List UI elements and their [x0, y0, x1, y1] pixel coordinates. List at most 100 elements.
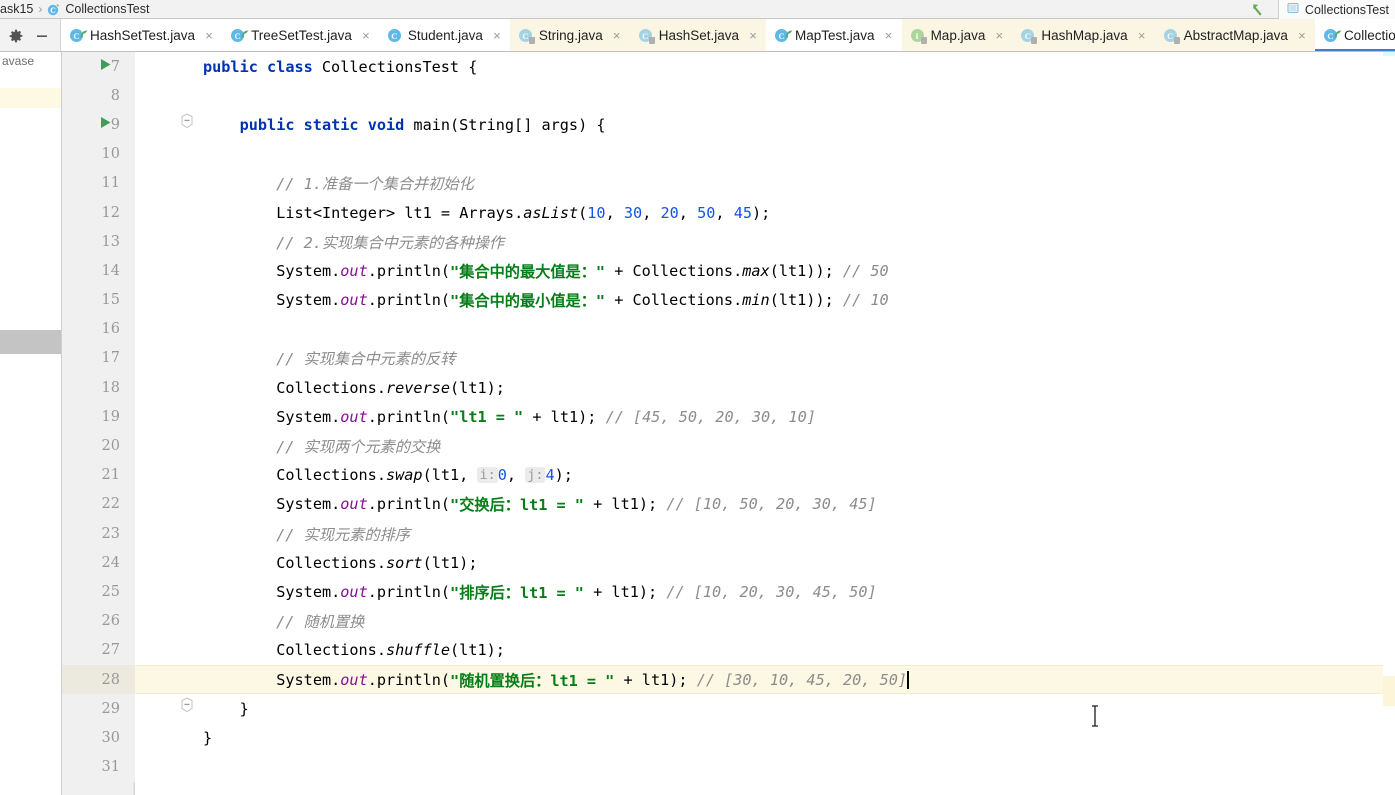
code-punctuation: . [367, 495, 377, 514]
code-number: 20 [660, 203, 679, 222]
close-icon[interactable]: × [360, 29, 372, 42]
editor-marker-bar[interactable] [1383, 52, 1395, 795]
close-icon[interactable]: × [491, 29, 503, 42]
code-identifier: lt1 [611, 495, 639, 514]
code-editor[interactable]: 7 public class CollectionsTest {8 9 public… [62, 52, 1395, 795]
class-readonly-icon: C [518, 28, 535, 44]
code-line-15[interactable]: 15 System. out. println("集合中的最小值是：" + Coll… [62, 285, 1395, 315]
editor-tab-collectionstest-java[interactable]: CCollectionsTest.java× [1314, 19, 1395, 51]
close-icon[interactable]: × [1296, 29, 1308, 42]
line-number: 23 [101, 525, 120, 542]
code-line-25[interactable]: 25 System. out. println("排序后：lt1 = " + lt1… [62, 577, 1395, 607]
code-line-29[interactable]: 29 } [62, 694, 1395, 724]
close-icon[interactable]: × [883, 29, 895, 42]
gear-icon[interactable] [8, 28, 24, 44]
code-identifier: Collections [276, 641, 377, 660]
run-configuration-selector[interactable]: CollectionsTest [1277, 0, 1395, 19]
code-line-26[interactable]: 26 // 随机置换 [62, 606, 1395, 636]
navigation-bar: ask15 › C CollectionsTest CollectionsTes… [0, 0, 1395, 19]
code-string: "集合中的最大值是：" [450, 262, 606, 281]
editor-tab-treesettest-java[interactable]: C TreeSetTest.java × [222, 19, 379, 51]
code-punctuation [221, 554, 230, 572]
class-readonly-icon: C [1021, 28, 1038, 44]
code-punctuation [516, 466, 525, 484]
editor-tab-hashsettest-java[interactable]: C HashSetTest.java × [61, 19, 223, 51]
run-gutter-icon[interactable] [99, 57, 112, 76]
run-gutter-icon[interactable] [99, 115, 112, 134]
code-line-11[interactable]: 11 // 1.准备一个集合并初始化 [62, 168, 1395, 198]
code-identifier: println [376, 407, 441, 426]
code-number: 45 [733, 203, 753, 222]
project-tool-column[interactable]: avase [0, 52, 62, 795]
code-static-field: out [340, 670, 368, 689]
code-line-19[interactable]: 19 System. out. println("lt1 = " + lt1); /… [62, 402, 1395, 432]
editor-tab-student-java[interactable]: C Student.java × [378, 19, 510, 51]
close-icon[interactable]: × [611, 29, 623, 42]
code-line-30[interactable]: 30} [62, 723, 1395, 753]
close-icon[interactable]: × [203, 29, 215, 42]
code-line-28[interactable]: 28 System. out. println("随机置换后：lt1 = " + l… [62, 664, 1395, 695]
editor-tab-hashmap-java[interactable]: C HashMap.java × [1012, 19, 1155, 51]
code-line-24[interactable]: 24 Collections. sort(lt1); [62, 548, 1395, 578]
tab-label: Student.java [407, 28, 483, 43]
class-readonly-icon: C [1163, 28, 1180, 44]
code-punctuation: . [367, 261, 377, 280]
code-punctuation: ( [440, 670, 451, 689]
code-text: public static void main(String[] args) { [203, 110, 606, 139]
close-icon[interactable]: × [747, 29, 759, 42]
code-line-23[interactable]: 23 // 实现元素的排序 [62, 519, 1395, 549]
code-punctuation [240, 291, 249, 309]
code-line-17[interactable]: 17 // 实现集合中元素的反转 [62, 343, 1395, 374]
code-fold-toggle[interactable] [180, 113, 194, 136]
code-comment: // 随机置换 [203, 613, 365, 632]
code-identifier: println [376, 495, 441, 514]
code-line-9[interactable]: 9 public static void main(String[] args)… [62, 110, 1395, 140]
code-comment: // 实现集合中元素的反转 [203, 350, 456, 369]
code-line-13[interactable]: 13 // 2.实现集合中元素的各种操作 [62, 227, 1395, 257]
code-identifier: Collections [276, 378, 377, 397]
line-number: 20 [101, 438, 120, 455]
code-line-7[interactable]: 7 public class CollectionsTest { [62, 52, 1395, 82]
code-line-14[interactable]: 14 System. out. println("集合中的最大值是：" + Coll… [62, 256, 1395, 286]
line-number: 13 [101, 233, 120, 250]
readonly-lock-icon [528, 37, 535, 44]
green-back-arrow-icon[interactable] [1242, 3, 1278, 17]
close-icon[interactable]: × [993, 29, 1005, 42]
tab-label: AbstractMap.java [1183, 28, 1288, 43]
code-punctuation [605, 262, 614, 280]
code-line-20[interactable]: 20 // 实现两个元素的交换 [62, 431, 1395, 461]
code-line-8[interactable]: 8 [62, 81, 1395, 111]
code-punctuation: , [715, 203, 725, 222]
code-line-21[interactable]: 21 Collections. swap(lt1, i: 0, j: 4); [62, 460, 1395, 490]
breadcrumb-item-module[interactable]: ask15 [0, 0, 33, 19]
code-punctuation [240, 408, 249, 426]
code-punctuation: ( [422, 466, 432, 485]
editor-tab-map-java[interactable]: I Map.java × [901, 19, 1013, 51]
code-comment: // 1.准备一个集合并初始化 [203, 175, 474, 194]
code-punctuation: . [733, 291, 743, 310]
code-comment: // 实现元素的排序 [203, 525, 410, 544]
code-line-31[interactable]: 31 [62, 752, 1395, 782]
editor-tab-maptest-java[interactable]: C MapTest.java × [766, 19, 902, 51]
code-punctuation: ) [806, 291, 816, 310]
code-fold-toggle[interactable] [180, 697, 194, 720]
code-punctuation [602, 495, 611, 513]
code-punctuation [212, 291, 221, 309]
breadcrumb-item-class[interactable]: CollectionsTest [65, 0, 149, 19]
line-number: 18 [101, 379, 120, 396]
line-number: 14 [101, 262, 120, 279]
code-punctuation [212, 641, 221, 659]
editor-tab-hashset-java[interactable]: C HashSet.java × [629, 19, 767, 51]
code-line-18[interactable]: 18 Collections. reverse(lt1); [62, 373, 1395, 403]
minus-icon[interactable] [34, 28, 50, 44]
code-line-12[interactable]: 12 List < Integer > lt1 = Arrays. asList(10,… [62, 197, 1395, 228]
code-punctuation: ; [468, 553, 478, 572]
editor-tab-string-java[interactable]: C String.java × [509, 19, 630, 51]
project-scrollbar-thumb[interactable] [0, 330, 61, 354]
editor-tab-abstractmap-java[interactable]: C AbstractMap.java × [1154, 19, 1315, 51]
close-icon[interactable]: × [1136, 29, 1148, 42]
code-line-27[interactable]: 27 Collections. shuffle(lt1); [62, 635, 1395, 665]
code-line-10[interactable]: 10 [62, 139, 1395, 169]
code-line-22[interactable]: 22 System. out. println("交换后：lt1 = " + lt1… [62, 489, 1395, 519]
code-line-16[interactable]: 16 [62, 314, 1395, 344]
